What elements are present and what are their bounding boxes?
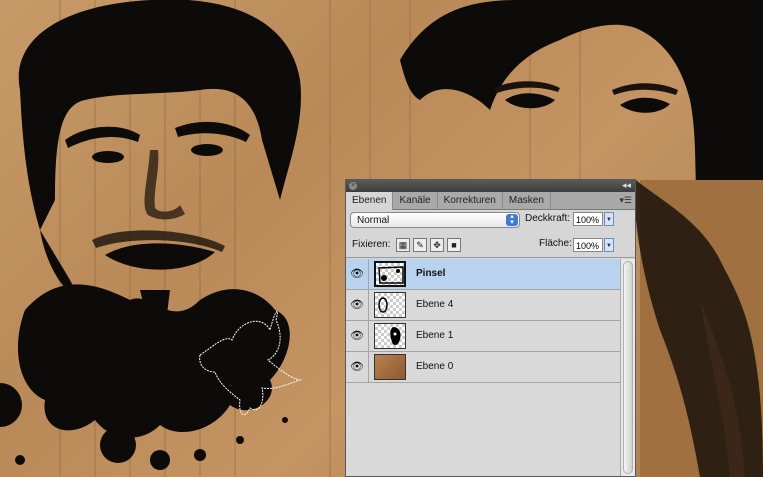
divider — [368, 321, 369, 351]
lock-label: Fixieren: — [352, 239, 391, 250]
eye-icon[interactable]: 👁 — [350, 360, 364, 374]
man-left-eyebrow — [65, 126, 140, 148]
blend-mode-value: Normal — [357, 215, 390, 226]
fill-input[interactable]: 100% — [573, 238, 603, 252]
tab-kanaele[interactable]: Kanäle — [393, 192, 438, 209]
panel-menu-icon[interactable]: ▾☰ — [619, 192, 632, 209]
layer-thumbnail — [374, 354, 406, 380]
blend-opacity-row: Normal ▴ ▾ Deckkraft: 100% ▼ — [346, 211, 635, 233]
layer-row-ebene-0[interactable]: 👁 Ebene 0 — [346, 352, 622, 383]
layer-list: 👁 Pinsel 👁 Ebene 4 👁 Ebene 1 👁 Ebene 0 — [346, 259, 622, 476]
divider — [368, 290, 369, 320]
tab-masken[interactable]: Masken — [503, 192, 551, 209]
man-right-eyebrow — [175, 121, 250, 142]
lock-fill-row: Fixieren: ▦ ✎ ✥ ■ Fläche: 100% ▼ — [346, 235, 635, 258]
eye-icon[interactable]: 👁 — [350, 329, 364, 343]
layer-name[interactable]: Ebene 0 — [416, 361, 453, 372]
scrollbar-thumb[interactable] — [623, 261, 633, 474]
brush-lock-icon[interactable]: ✎ — [413, 238, 427, 252]
layer-name[interactable]: Ebene 4 — [416, 299, 453, 310]
opacity-dropdown-button[interactable]: ▼ — [604, 212, 614, 226]
layer-thumbnail — [374, 261, 406, 287]
divider — [368, 259, 369, 289]
man-right-eye — [191, 144, 223, 156]
layer-thumbnail — [374, 323, 406, 349]
eye-icon[interactable]: 👁 — [350, 267, 364, 281]
man-mouth — [105, 243, 215, 270]
woman-right-eye — [620, 97, 670, 113]
man-left-eye — [92, 151, 124, 163]
layer-row-ebene-1[interactable]: 👁 Ebene 1 — [346, 321, 622, 352]
padlock-icon[interactable]: ■ — [447, 238, 461, 252]
layer-list-scrollbar[interactable] — [620, 259, 635, 476]
blend-mode-select[interactable]: Normal ▴ ▾ — [350, 212, 520, 228]
tab-ebenen[interactable]: Ebenen — [346, 192, 394, 210]
fill-dropdown-button[interactable]: ▼ — [604, 238, 614, 252]
woman-left-eye — [505, 93, 555, 109]
move-lock-icon[interactable]: ✥ — [430, 238, 444, 252]
layer-row-ebene-4[interactable]: 👁 Ebene 4 — [346, 290, 622, 321]
panel-titlebar[interactable]: × ◂◂ — [346, 180, 635, 192]
close-icon[interactable]: × — [349, 182, 357, 190]
opacity-label: Deckkraft: — [525, 213, 571, 224]
layers-panel: × ◂◂ Ebenen Kanäle Korrekturen Masken ▾☰… — [345, 179, 636, 477]
layer-name[interactable]: Ebene 1 — [416, 330, 453, 341]
fill-label: Fläche: — [539, 238, 572, 249]
layer-name[interactable]: Pinsel — [416, 268, 445, 279]
eye-icon[interactable]: 👁 — [350, 298, 364, 312]
select-arrows-icon: ▴ ▾ — [506, 213, 518, 226]
man-hair — [18, 0, 301, 230]
double-chevron-icon[interactable]: ◂◂ — [622, 179, 631, 191]
layer-thumbnail — [374, 292, 406, 318]
checkerboard-lock-icon[interactable]: ▦ — [396, 238, 410, 252]
tab-korrekturen[interactable]: Korrekturen — [438, 192, 503, 209]
divider — [368, 352, 369, 382]
opacity-input[interactable]: 100% — [573, 212, 603, 226]
layer-row-pinsel[interactable]: 👁 Pinsel — [346, 259, 622, 290]
panel-tabs: Ebenen Kanäle Korrekturen Masken ▾☰ — [346, 192, 635, 210]
